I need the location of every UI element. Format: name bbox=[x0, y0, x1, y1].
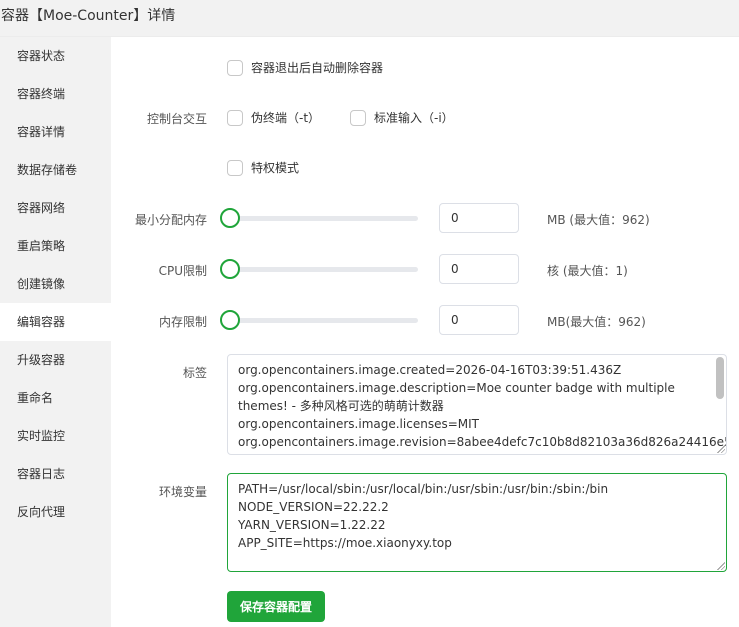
sidebar-item-container-terminal[interactable]: 容器终端 bbox=[0, 75, 111, 113]
vertical-scrollbar[interactable] bbox=[716, 357, 724, 444]
labels-label: 标签 bbox=[182, 366, 207, 380]
auto-remove-checkbox[interactable]: 容器退出后自动删除容器 bbox=[227, 59, 383, 76]
edit-container-form: 容器退出后自动删除容器 控制台交互 伪终端（-t） 标准输入（-i） 特权模式 … bbox=[111, 37, 739, 627]
sidebar-item-rename[interactable]: 重命名 bbox=[0, 379, 111, 417]
cpu-limit-slider[interactable] bbox=[220, 259, 418, 279]
sidebar-item-logs[interactable]: 容器日志 bbox=[0, 455, 111, 493]
labels-textarea[interactable]: org.opencontainers.image.created=2026-04… bbox=[227, 354, 727, 455]
label-line: org.opencontainers.image.revision=8abee4… bbox=[238, 435, 727, 449]
label-line: org.opencontainers.image.description=Moe… bbox=[238, 381, 675, 395]
sidebar-item-container-status[interactable]: 容器状态 bbox=[0, 37, 111, 75]
label-line: themes! - 多种风格可选的萌萌计数器 bbox=[238, 399, 444, 413]
sidebar-item-monitor[interactable]: 实时监控 bbox=[0, 417, 111, 455]
min-memory-unit: MB (最大值：962) bbox=[547, 213, 650, 227]
cpu-limit-label: CPU限制 bbox=[158, 264, 207, 278]
sidebar: 容器状态 容器终端 容器详情 数据存储卷 容器网络 重启策略 创建镜像 编辑容器… bbox=[0, 37, 111, 627]
slider-thumb[interactable] bbox=[220, 208, 240, 228]
min-memory-slider[interactable] bbox=[220, 208, 418, 228]
stdin-label: 标准输入（-i） bbox=[374, 111, 454, 125]
sidebar-item-create-image[interactable]: 创建镜像 bbox=[0, 265, 111, 303]
checkbox-box[interactable] bbox=[227, 159, 243, 176]
min-memory-input[interactable] bbox=[439, 203, 519, 233]
cpu-limit-unit: 核 (最大值：1) bbox=[547, 264, 628, 278]
resize-grip-icon[interactable] bbox=[717, 445, 725, 453]
env-vars-label: 环境变量 bbox=[158, 485, 207, 499]
label-line: org.opencontainers.image.licenses=MIT bbox=[238, 417, 479, 431]
sidebar-item-upgrade-container[interactable]: 升级容器 bbox=[0, 341, 111, 379]
cpu-limit-input[interactable] bbox=[439, 254, 519, 284]
page-title: 容器【Moe-Counter】详情 bbox=[0, 0, 739, 37]
checkbox-box[interactable] bbox=[227, 59, 243, 76]
checkbox-box[interactable] bbox=[227, 109, 243, 126]
privileged-checkbox[interactable]: 特权模式 bbox=[227, 159, 299, 176]
checkbox-box[interactable] bbox=[350, 109, 366, 126]
memory-limit-label: 内存限制 bbox=[158, 315, 207, 329]
sidebar-item-container-details[interactable]: 容器详情 bbox=[0, 113, 111, 151]
sidebar-item-restart-policy[interactable]: 重启策略 bbox=[0, 227, 111, 265]
memory-limit-unit: MB(最大值：962) bbox=[547, 315, 646, 329]
console-interaction-label: 控制台交互 bbox=[146, 112, 207, 126]
save-container-config-button[interactable]: 保存容器配置 bbox=[227, 591, 325, 622]
sidebar-item-network[interactable]: 容器网络 bbox=[0, 189, 111, 227]
stdin-checkbox[interactable]: 标准输入（-i） bbox=[350, 109, 454, 126]
sidebar-item-volumes[interactable]: 数据存储卷 bbox=[0, 151, 111, 189]
min-memory-label: 最小分配内存 bbox=[134, 213, 207, 227]
auto-remove-label: 容器退出后自动删除容器 bbox=[251, 61, 384, 75]
sidebar-item-edit-container[interactable]: 编辑容器 bbox=[0, 303, 111, 341]
label-line: org.opencontainers.image.created=2026-04… bbox=[238, 363, 622, 377]
slider-track[interactable] bbox=[226, 216, 418, 221]
tty-checkbox[interactable]: 伪终端（-t） bbox=[227, 109, 320, 126]
env-vars-textarea[interactable]: PATH=/usr/local/sbin:/usr/local/bin:/usr… bbox=[227, 473, 727, 572]
sidebar-item-reverse-proxy[interactable]: 反向代理 bbox=[0, 493, 111, 531]
tty-label: 伪终端（-t） bbox=[251, 111, 321, 125]
privileged-label: 特权模式 bbox=[251, 161, 300, 175]
slider-track[interactable] bbox=[226, 267, 418, 272]
scrollbar-thumb[interactable] bbox=[716, 357, 724, 399]
env-line: NODE_VERSION=22.22.2 bbox=[238, 500, 389, 514]
slider-thumb[interactable] bbox=[220, 310, 240, 330]
env-line: PATH=/usr/local/sbin:/usr/local/bin:/usr… bbox=[238, 482, 609, 496]
env-line: APP_SITE=https://moe.xiaonyxy.top bbox=[238, 536, 452, 550]
memory-limit-input[interactable] bbox=[439, 305, 519, 335]
memory-limit-slider[interactable] bbox=[220, 310, 418, 330]
resize-grip-icon[interactable] bbox=[717, 562, 725, 570]
env-line: YARN_VERSION=1.22.22 bbox=[238, 518, 386, 532]
slider-track[interactable] bbox=[226, 318, 418, 323]
slider-thumb[interactable] bbox=[220, 259, 240, 279]
